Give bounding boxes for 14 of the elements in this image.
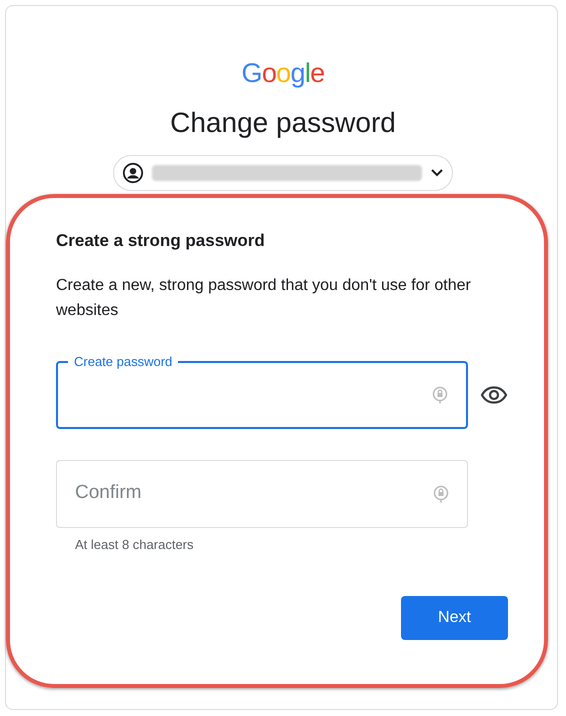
field-label: Create password: [68, 354, 178, 370]
password-manager-icon: [433, 484, 449, 504]
account-icon: [122, 162, 144, 184]
section-heading: Create a strong password: [56, 230, 266, 252]
helper-text: At least 8 characters: [75, 536, 194, 554]
section-description: Create a new, strong password that you don't use for other websites: [56, 276, 472, 320]
chevron-down-icon: [430, 168, 444, 178]
next-button[interactable]: Next: [401, 596, 508, 640]
page-title: Change password: [170, 109, 396, 137]
password-field[interactable]: Confirm: [56, 460, 468, 528]
password-manager-icon: [432, 384, 448, 404]
google-logo: Google: [241, 60, 325, 87]
field-placeholder: Confirm: [75, 481, 142, 506]
eye-icon[interactable]: [480, 386, 508, 404]
